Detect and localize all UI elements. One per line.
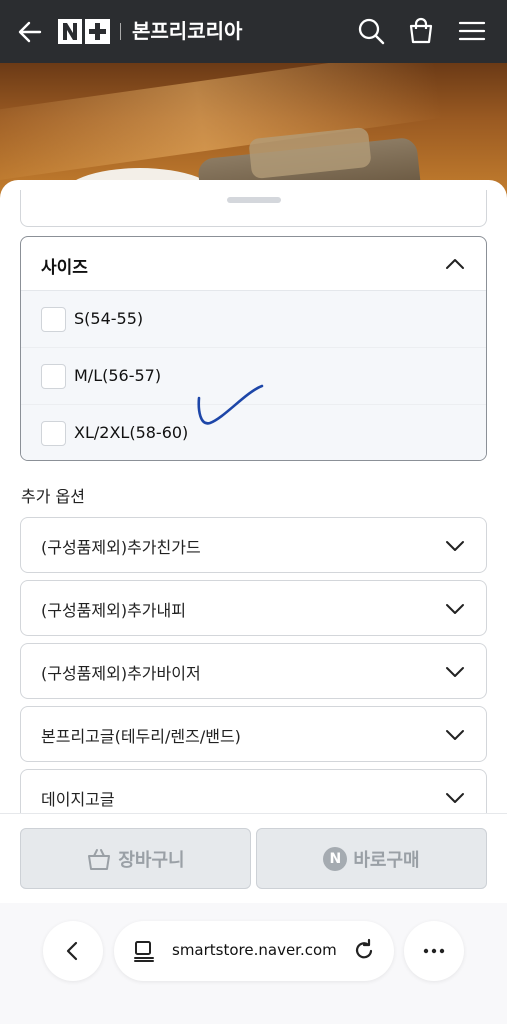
shopping-bag-icon — [88, 848, 111, 870]
address-bar[interactable]: smartstore.naver.com — [114, 921, 394, 981]
checkbox[interactable] — [41, 364, 66, 389]
size-option-label: XL/2XL(58-60) — [74, 423, 189, 442]
size-option-s[interactable]: S(54-55) — [21, 291, 486, 348]
purchase-bar: 장바구니 N 바로구매 — [0, 813, 507, 903]
add-to-cart-button[interactable]: 장바구니 — [20, 828, 251, 889]
checkbox[interactable] — [41, 421, 66, 446]
checkbox[interactable] — [41, 307, 66, 332]
browser-back-button[interactable] — [43, 921, 103, 981]
extra-option-dropdown-4[interactable]: 본프리고글(테두리/렌즈/밴드) — [20, 706, 487, 762]
top-header: 본프리코리아 — [0, 0, 507, 63]
shopping-bag-icon[interactable] — [406, 16, 436, 46]
extra-option-dropdown-1[interactable]: (구성품제외)추가친가드 — [20, 517, 487, 573]
menu-icon[interactable] — [457, 16, 487, 46]
page-info-icon[interactable] — [132, 939, 156, 963]
url-text: smartstore.naver.com — [172, 941, 337, 959]
naver-pay-badge: N — [323, 846, 348, 871]
chevron-down-icon[interactable] — [444, 661, 466, 683]
chevron-down-icon[interactable] — [444, 535, 466, 557]
naver-plus-logo[interactable] — [58, 19, 110, 44]
extra-option-dropdown-2[interactable]: (구성품제외)추가내피 — [20, 580, 487, 636]
size-option-label: S(54-55) — [74, 309, 144, 328]
buy-now-button[interactable]: N 바로구매 — [256, 828, 487, 889]
chevron-down-icon[interactable] — [444, 598, 466, 620]
browser-more-button[interactable] — [404, 921, 464, 981]
chevron-down-icon[interactable] — [444, 724, 466, 746]
reload-icon[interactable] — [352, 938, 376, 962]
more-dots-icon — [423, 948, 445, 954]
size-dropdown-header[interactable]: 사이즈 — [21, 237, 486, 291]
handwritten-check-mark — [197, 384, 264, 425]
browser-toolbar: smartstore.naver.com — [0, 903, 507, 1024]
cart-label: 장바구니 — [118, 849, 185, 871]
chevron-up-icon[interactable] — [444, 253, 466, 275]
size-option-label: M/L(56-57) — [74, 366, 162, 385]
dropdown-label: 본프리고글(테두리/렌즈/밴드) — [41, 727, 241, 746]
dropdown-label: (구성품제외)추가내피 — [41, 601, 186, 620]
chevron-down-icon[interactable] — [444, 787, 466, 809]
dropdown-label: (구성품제외)추가바이저 — [41, 664, 201, 683]
extra-option-dropdown-3[interactable]: (구성품제외)추가바이저 — [20, 643, 487, 699]
back-arrow-icon[interactable] — [16, 18, 44, 46]
chevron-left-icon — [66, 941, 78, 961]
extra-options-title: 추가 옵션 — [21, 487, 85, 506]
dropdown-label: (구성품제외)추가친가드 — [41, 538, 201, 557]
logo-divider — [120, 23, 121, 40]
search-icon[interactable] — [356, 16, 386, 46]
size-label: 사이즈 — [41, 258, 88, 278]
store-name[interactable]: 본프리코리아 — [132, 17, 242, 45]
dropdown-label: 데이지고글 — [41, 790, 115, 809]
previous-option-box[interactable] — [20, 190, 487, 227]
buy-now-label: 바로구매 — [353, 849, 420, 871]
